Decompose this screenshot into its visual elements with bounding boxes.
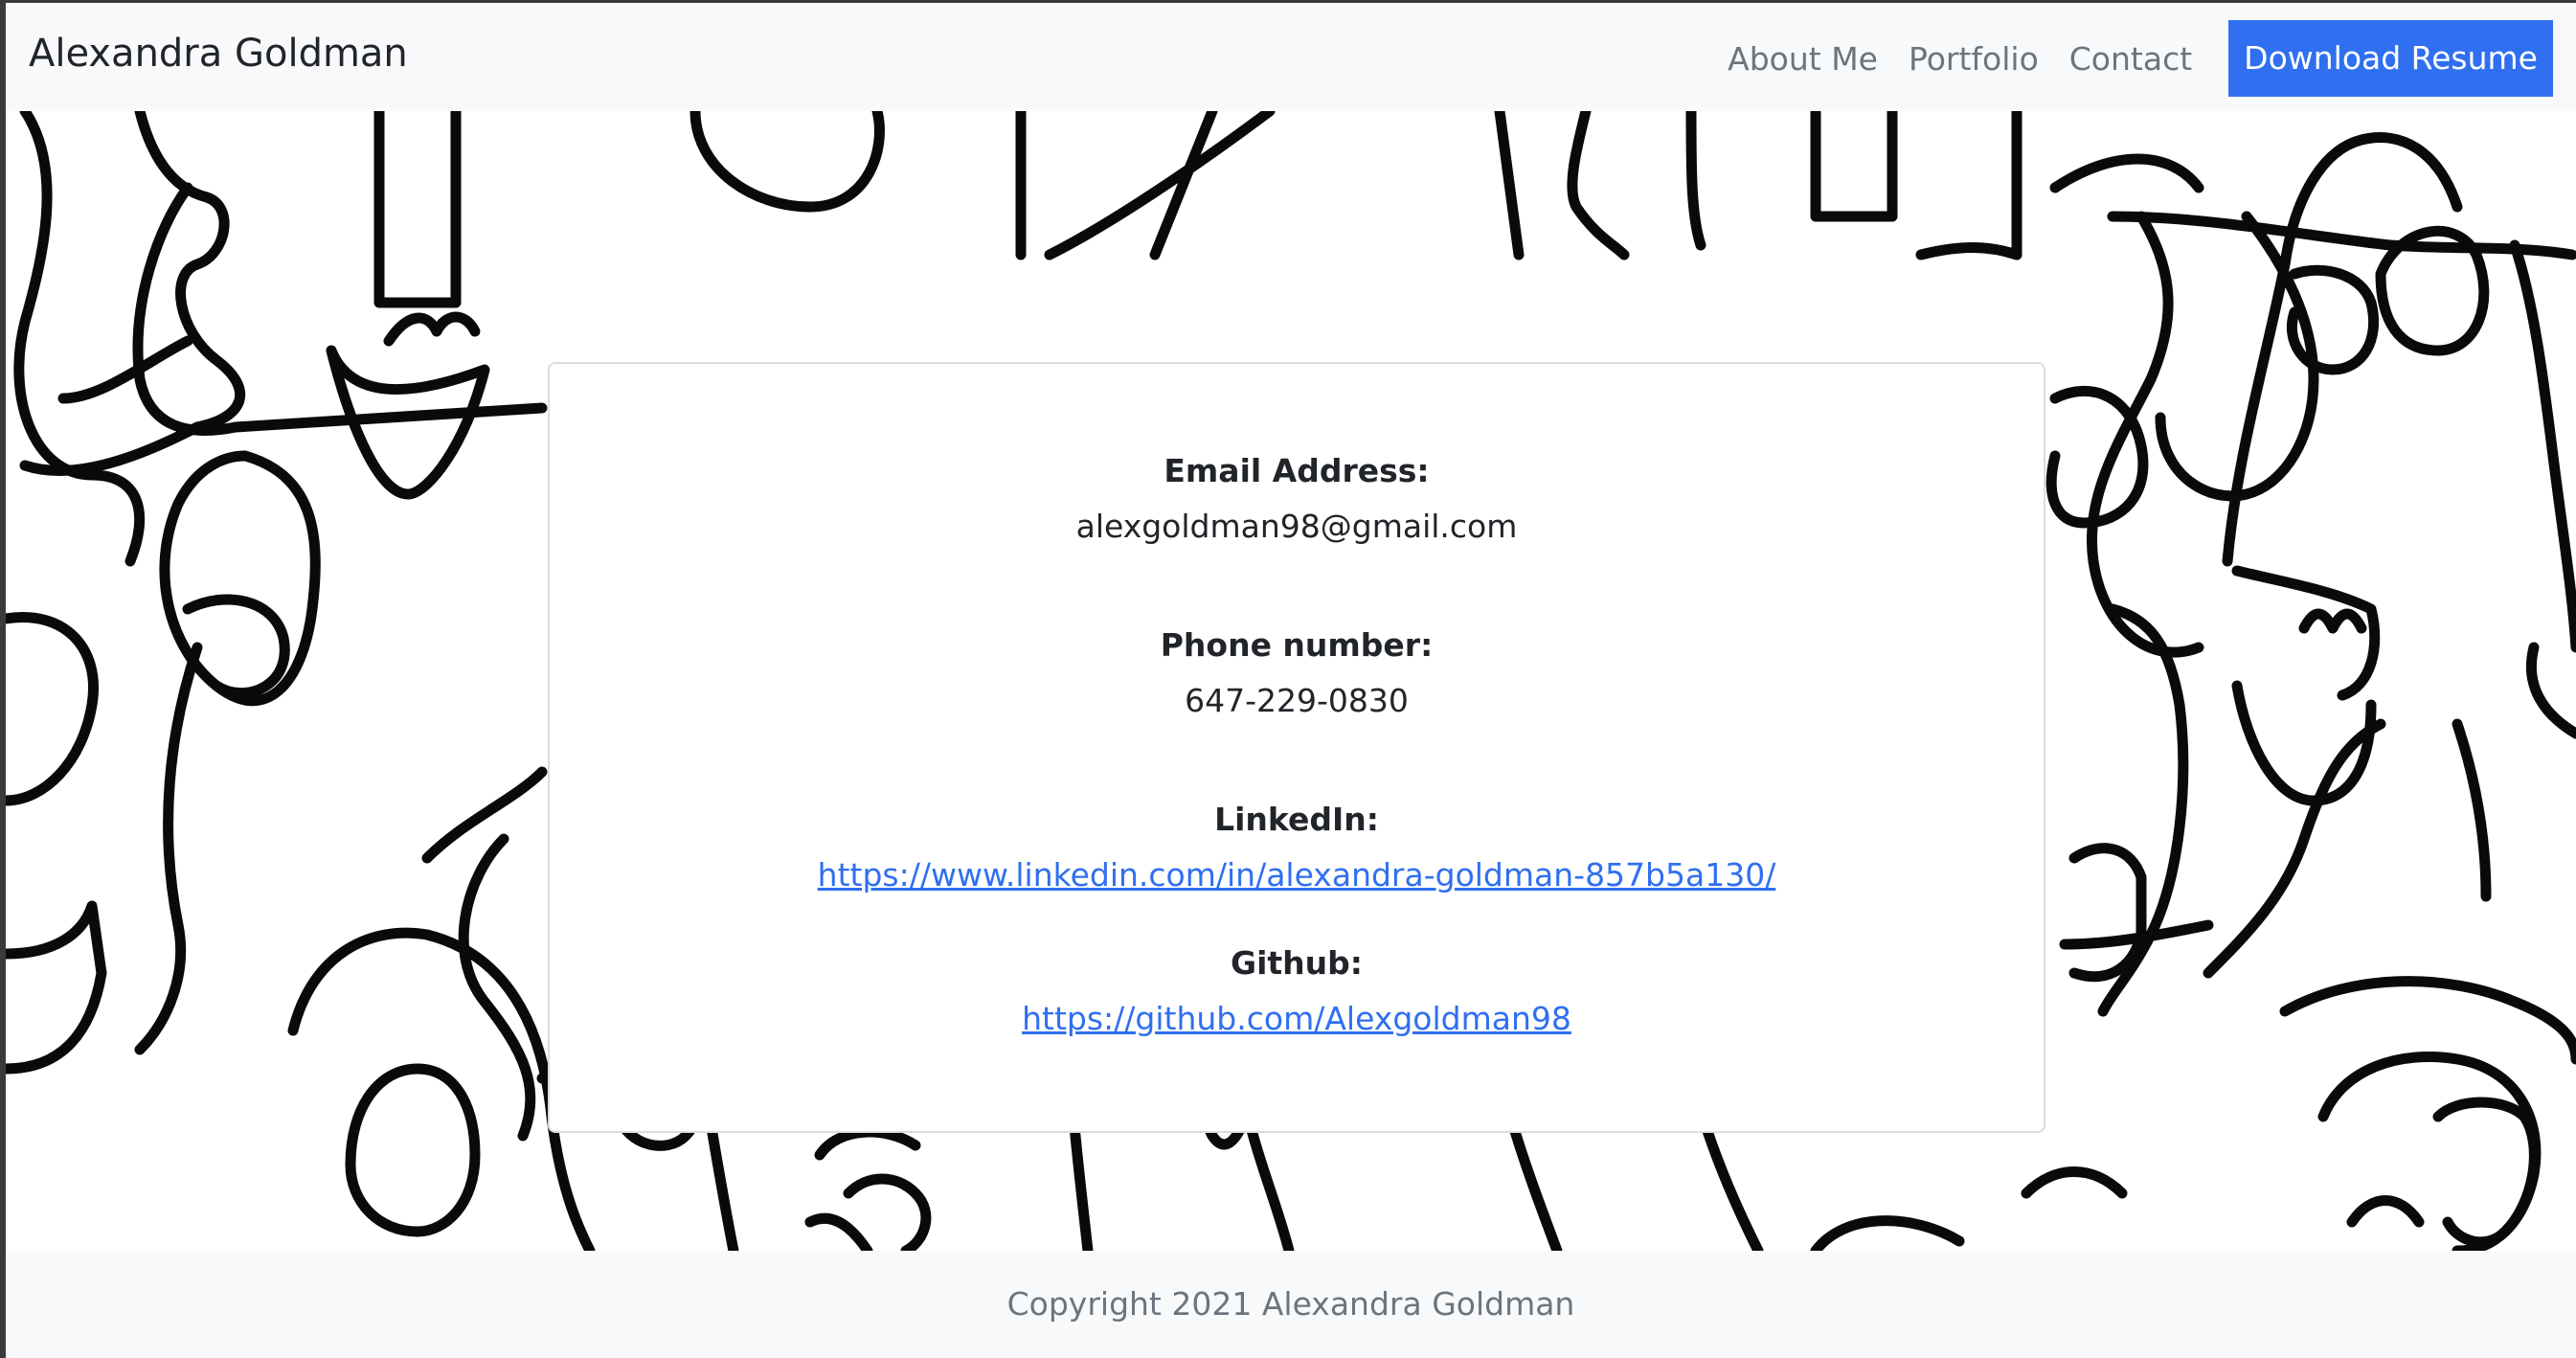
linkedin-label: LinkedIn: xyxy=(1214,801,1379,838)
linkedin-link[interactable]: https://www.linkedin.com/in/alexandra-go… xyxy=(818,856,1776,894)
download-resume-button[interactable]: Download Resume xyxy=(2228,20,2553,97)
nav-links: About Me Portfolio Contact Download Resu… xyxy=(1712,20,2553,97)
navbar: Alexandra Goldman About Me Portfolio Con… xyxy=(6,3,2576,111)
footer: Copyright 2021 Alexandra Goldman xyxy=(6,1251,2576,1358)
phone-label: Phone number: xyxy=(1160,626,1434,664)
brand-name[interactable]: Alexandra Goldman xyxy=(29,32,408,76)
email-label: Email Address: xyxy=(1164,452,1430,489)
linkedin-row: https://www.linkedin.com/in/alexandra-go… xyxy=(550,856,2044,894)
github-row: https://github.com/Alexgoldman98 xyxy=(550,1000,2044,1037)
copyright-text: Copyright 2021 Alexandra Goldman xyxy=(1006,1285,1575,1323)
nav-link-contact[interactable]: Contact xyxy=(2054,40,2207,78)
contact-card: Email Address: alexgoldman98@gmail.com P… xyxy=(548,362,2045,1133)
hero-background: Email Address: alexgoldman98@gmail.com P… xyxy=(6,111,2576,1251)
nav-link-about-me[interactable]: About Me xyxy=(1712,40,1893,78)
email-value: alexgoldman98@gmail.com xyxy=(1075,508,1518,545)
phone-value: 647-229-0830 xyxy=(1185,682,1409,719)
nav-link-portfolio[interactable]: Portfolio xyxy=(1893,40,2054,78)
github-label: Github: xyxy=(1231,944,1363,982)
github-link[interactable]: https://github.com/Alexgoldman98 xyxy=(1022,1000,1571,1037)
